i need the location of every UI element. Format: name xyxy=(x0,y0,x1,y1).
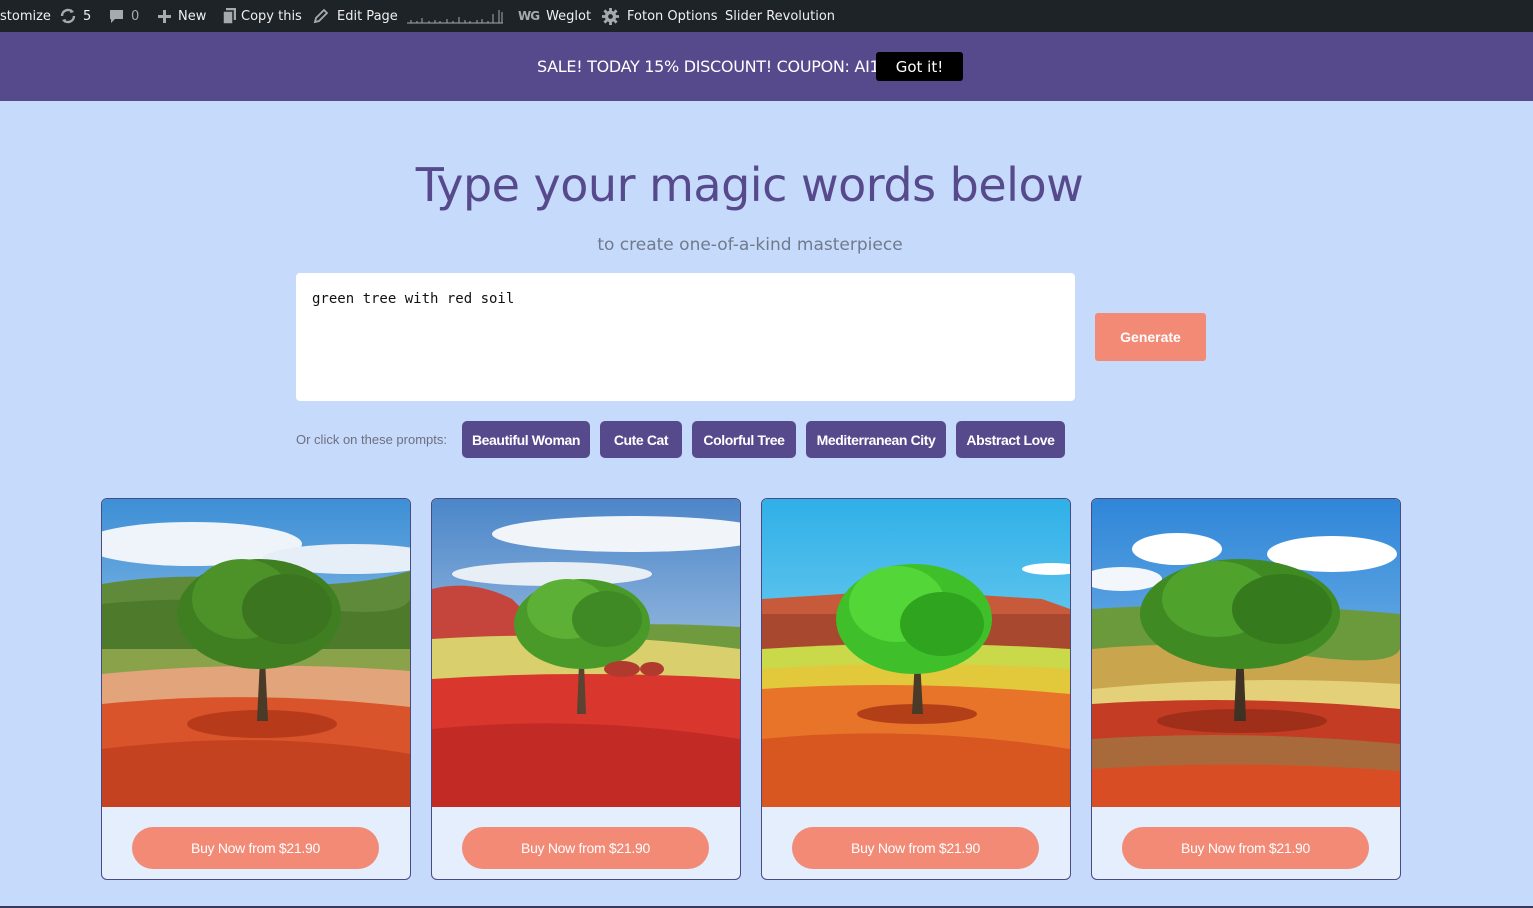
weglot-label: Weglot xyxy=(546,8,592,24)
copy-label: Copy this xyxy=(241,8,302,24)
slider-revolution-label: Slider Revolution xyxy=(725,8,836,24)
sale-banner: SALE! TODAY 15% DISCOUNT! COUPON: AI15 G… xyxy=(0,32,1533,101)
customize-label: stomize xyxy=(0,8,51,24)
new-label: New xyxy=(178,8,207,24)
prompt-chip-cute-cat[interactable]: Cute Cat xyxy=(600,421,682,458)
generated-image[interactable] xyxy=(432,499,740,807)
copy-link[interactable]: Copy this xyxy=(223,0,302,32)
edit-page-label: Edit Page xyxy=(337,8,398,24)
generated-image[interactable] xyxy=(102,499,410,807)
sale-banner-text: SALE! TODAY 15% DISCOUNT! COUPON: AI15 xyxy=(537,57,890,76)
buy-now-button[interactable]: Buy Now from $21.90 xyxy=(1122,827,1369,869)
new-link[interactable]: New xyxy=(157,0,206,32)
comments-link[interactable]: 0 xyxy=(108,0,139,32)
gear-icon xyxy=(601,7,620,26)
updates-count: 5 xyxy=(83,8,92,24)
result-card: Buy Now from $21.90 xyxy=(101,498,411,880)
foton-options-link[interactable]: Foton Options xyxy=(601,0,718,32)
buy-now-button[interactable]: Buy Now from $21.90 xyxy=(792,827,1039,869)
buy-now-button[interactable]: Buy Now from $21.90 xyxy=(132,827,379,869)
edit-page-link[interactable]: Edit Page xyxy=(313,0,398,32)
foton-options-label: Foton Options xyxy=(627,8,718,24)
prompt-chip-beautiful-woman[interactable]: Beautiful Woman xyxy=(462,421,590,458)
prompt-chip-colorful-tree[interactable]: Colorful Tree xyxy=(692,421,796,458)
slider-revolution-link[interactable]: Slider Revolution xyxy=(725,0,835,32)
prompts-label: Or click on these prompts: xyxy=(296,432,447,447)
generated-image[interactable] xyxy=(762,499,1070,807)
result-card: Buy Now from $21.90 xyxy=(431,498,741,880)
prompt-chip-mediterranean-city[interactable]: Mediterranean City xyxy=(806,421,946,458)
page-title: Type your magic words below xyxy=(415,158,1084,212)
copy-icon xyxy=(223,8,236,24)
result-card: Buy Now from $21.90 xyxy=(1091,498,1401,880)
updates-link[interactable]: 5 xyxy=(59,0,91,32)
plus-icon xyxy=(157,9,172,24)
generate-button[interactable]: Generate xyxy=(1095,313,1206,361)
got-it-button[interactable]: Got it! xyxy=(876,52,963,81)
generated-image[interactable] xyxy=(1092,499,1400,807)
pencil-icon xyxy=(313,8,329,24)
stats-sparkline xyxy=(407,10,503,24)
prompt-input[interactable]: green tree with red soil xyxy=(296,273,1075,401)
comments-count: 0 xyxy=(131,8,140,24)
weglot-badge: WG xyxy=(518,9,540,23)
stats-link[interactable] xyxy=(407,0,503,32)
updates-icon xyxy=(59,7,77,25)
weglot-link[interactable]: WG Weglot xyxy=(518,0,591,32)
result-card: Buy Now from $21.90 xyxy=(761,498,1071,880)
page-subtitle: to create one-of-a-kind masterpiece xyxy=(597,235,903,255)
buy-now-button[interactable]: Buy Now from $21.90 xyxy=(462,827,709,869)
customize-link[interactable]: stomize xyxy=(0,0,51,32)
comments-icon xyxy=(108,8,125,25)
admin-bar: stomize 5 0 New Copy this Edit Page WG W… xyxy=(0,0,1533,32)
prompt-chip-abstract-love[interactable]: Abstract Love xyxy=(956,421,1065,458)
